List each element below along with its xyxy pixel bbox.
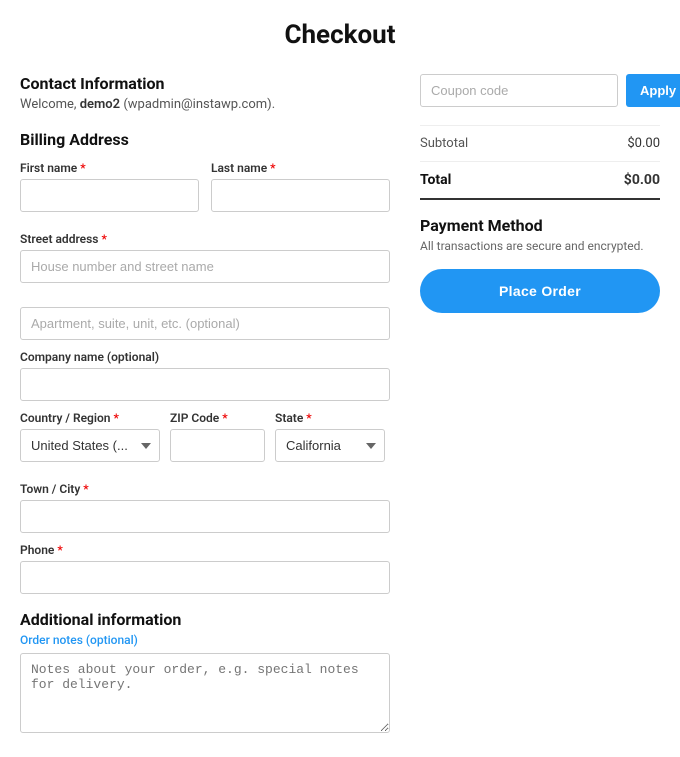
subtotal-value: $0.00 xyxy=(627,136,660,151)
street-address-label: Street address * xyxy=(20,232,390,246)
country-label: Country / Region * xyxy=(20,411,160,425)
name-row: First name * Last name * xyxy=(20,161,390,222)
payment-section: Payment Method All transactions are secu… xyxy=(420,216,660,313)
contact-username: demo2 xyxy=(80,97,120,112)
street-address-group: Street address * xyxy=(20,232,390,340)
coupon-input[interactable] xyxy=(420,74,618,107)
apply-coupon-button[interactable]: Apply Coupon xyxy=(626,74,680,107)
total-row: Total $0.00 xyxy=(420,162,660,200)
first-name-group: First name * xyxy=(20,161,199,212)
contact-welcome: Welcome, demo2 (wpadmin@instawp.com). xyxy=(20,97,390,112)
additional-info-section: Additional information Order notes (opti… xyxy=(20,610,390,737)
company-label: Company name (optional) xyxy=(20,350,390,364)
right-column: Apply Coupon Subtotal $0.00 Total $0.00 … xyxy=(420,74,660,329)
welcome-text: Welcome, xyxy=(20,97,76,112)
contact-email: wpadmin@instawp.com xyxy=(128,97,267,112)
order-summary: Subtotal $0.00 Total $0.00 xyxy=(420,125,660,200)
contact-info-section: Contact Information Welcome, demo2 (wpad… xyxy=(20,74,390,112)
town-group: Town / City * xyxy=(20,482,390,533)
last-name-required: * xyxy=(270,161,275,175)
first-name-label: First name * xyxy=(20,161,199,175)
additional-info-title: Additional information xyxy=(20,610,390,629)
total-value: $0.00 xyxy=(624,172,660,188)
page-title: Checkout xyxy=(20,20,660,50)
contact-info-title: Contact Information xyxy=(20,74,390,93)
zip-label: ZIP Code * xyxy=(170,411,265,425)
last-name-label: Last name * xyxy=(211,161,390,175)
left-column: Contact Information Welcome, demo2 (wpad… xyxy=(20,74,390,737)
payment-title: Payment Method xyxy=(420,216,660,235)
order-notes-input[interactable] xyxy=(20,653,390,733)
subtotal-row: Subtotal $0.00 xyxy=(420,126,660,162)
zip-input[interactable] xyxy=(170,429,265,462)
company-group: Company name (optional) xyxy=(20,350,390,401)
country-zip-state-row: Country / Region * United States (... ZI… xyxy=(20,411,390,472)
last-name-group: Last name * xyxy=(211,161,390,212)
last-name-input[interactable] xyxy=(211,179,390,212)
billing-title: Billing Address xyxy=(20,130,390,149)
town-input[interactable] xyxy=(20,500,390,533)
state-select[interactable]: California xyxy=(275,429,385,462)
country-group: Country / Region * United States (... xyxy=(20,411,160,462)
street-address-input[interactable] xyxy=(20,250,390,283)
phone-label: Phone * xyxy=(20,543,390,557)
phone-input[interactable] xyxy=(20,561,390,594)
first-name-required: * xyxy=(80,161,85,175)
zip-group: ZIP Code * xyxy=(170,411,265,462)
apartment-input[interactable] xyxy=(20,307,390,340)
coupon-row: Apply Coupon xyxy=(420,74,660,107)
town-label: Town / City * xyxy=(20,482,390,496)
company-input[interactable] xyxy=(20,368,390,401)
total-label: Total xyxy=(420,172,451,188)
state-label: State * xyxy=(275,411,385,425)
billing-address-section: Billing Address First name * Last name * xyxy=(20,130,390,594)
first-name-input[interactable] xyxy=(20,179,199,212)
phone-group: Phone * xyxy=(20,543,390,594)
country-select[interactable]: United States (... xyxy=(20,429,160,462)
street-required: * xyxy=(101,232,106,246)
secure-text: All transactions are secure and encrypte… xyxy=(420,239,660,253)
state-group: State * California xyxy=(275,411,385,462)
subtotal-label: Subtotal xyxy=(420,136,468,151)
notes-label: Order notes (optional) xyxy=(20,633,390,647)
place-order-button[interactable]: Place Order xyxy=(420,269,660,313)
